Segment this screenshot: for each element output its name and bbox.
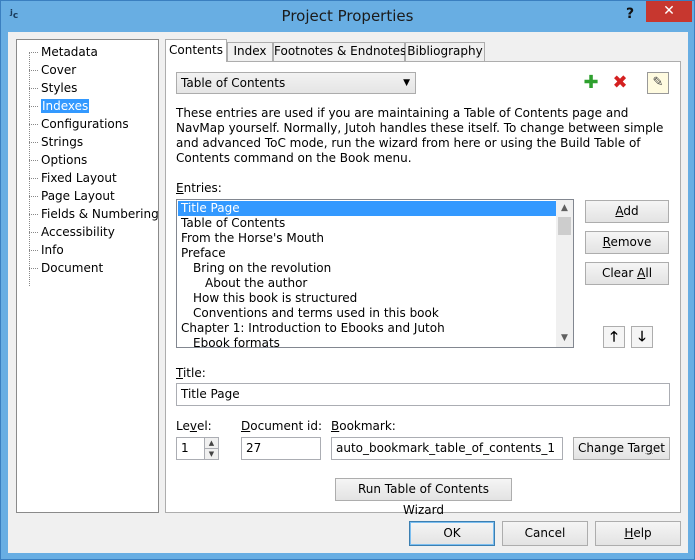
tab-bibliography[interactable]: Bibliography [405, 42, 485, 61]
list-item[interactable]: About the author [178, 276, 556, 291]
level-label: Level: [176, 419, 212, 433]
ok-button[interactable]: OK [409, 521, 495, 546]
tab-index[interactable]: Index [227, 42, 273, 61]
list-item[interactable]: Chapter 1: Introduction to Ebooks and Ju… [178, 321, 556, 336]
toc-type-value: Table of Contents [181, 76, 286, 90]
edit-icon[interactable]: ✎ [647, 72, 669, 94]
add-entry-button[interactable]: Add [585, 200, 669, 223]
list-item[interactable]: Ebook formats [178, 336, 556, 347]
add-icon[interactable]: ✚ [580, 72, 602, 94]
sidebar-tree[interactable]: Metadata Cover Styles Indexes Configurat… [16, 39, 159, 513]
contents-tab-panel: Table of Contents ▼ ✚ ✖ ✎ These entries … [165, 61, 681, 517]
scroll-up-icon[interactable]: ▲ [556, 200, 573, 217]
list-item[interactable]: Title Page [178, 201, 556, 216]
scroll-thumb[interactable] [558, 217, 571, 235]
entries-list[interactable]: Title Page Table of Contents From the Ho… [176, 199, 574, 348]
window-title: Project Properties [281, 7, 414, 25]
project-properties-window: ʲc Project Properties ? ✕ Metadata Cover… [0, 0, 695, 560]
title-label: Title: [176, 366, 206, 380]
bookmark-label: Bookmark: [331, 419, 396, 433]
sidebar-item-accessibility[interactable]: Accessibility [29, 223, 115, 241]
sidebar-item-document[interactable]: Document [29, 259, 103, 277]
change-target-button[interactable]: Change Target [573, 437, 670, 460]
bookmark-field[interactable]: auto_bookmark_table_of_contents_1 [331, 437, 563, 460]
sidebar-item-cover[interactable]: Cover [29, 61, 76, 79]
cancel-button[interactable]: Cancel [502, 521, 588, 546]
sidebar-item-strings[interactable]: Strings [29, 133, 83, 151]
scroll-down-icon[interactable]: ▼ [556, 330, 573, 347]
document-id-label: Document id: [241, 419, 322, 433]
list-item[interactable]: Conventions and terms used in this book [178, 306, 556, 321]
arrow-down-icon[interactable]: 🡓 [631, 326, 653, 348]
level-field[interactable]: 1 [176, 437, 205, 460]
sidebar-item-metadata[interactable]: Metadata [29, 43, 98, 61]
list-item[interactable]: Table of Contents [178, 216, 556, 231]
chevron-down-icon: ▼ [403, 78, 410, 88]
spin-up-icon[interactable]: ▲ [205, 438, 218, 448]
sidebar-item-fields-numbering[interactable]: Fields & Numbering [29, 205, 159, 223]
delete-icon[interactable]: ✖ [609, 72, 631, 94]
list-item[interactable]: How this book is structured [178, 291, 556, 306]
sidebar-item-indexes[interactable]: Indexes [29, 97, 90, 115]
title-bar[interactable]: ʲc Project Properties ? ✕ [1, 1, 694, 31]
title-field[interactable]: Title Page [176, 383, 670, 406]
run-toc-wizard-button[interactable]: Run Table of Contents Wizard [335, 478, 512, 517]
list-item[interactable]: From the Horse's Mouth [178, 231, 556, 246]
sidebar-item-options[interactable]: Options [29, 151, 87, 169]
sidebar-item-info[interactable]: Info [29, 241, 64, 259]
sidebar-item-configurations[interactable]: Configurations [29, 115, 129, 133]
arrow-up-icon[interactable]: 🡑 [603, 326, 625, 348]
clear-all-button[interactable]: Clear All [585, 262, 669, 285]
entries-scrollbar[interactable]: ▲ ▼ [556, 200, 573, 347]
sidebar-item-styles[interactable]: Styles [29, 79, 77, 97]
description-text: These entries are used if you are mainta… [176, 106, 664, 165]
sidebar-item-page-layout[interactable]: Page Layout [29, 187, 115, 205]
list-item[interactable]: Bring on the revolution [178, 261, 556, 276]
level-spinner[interactable]: ▲ ▼ [204, 437, 219, 460]
close-window-button[interactable]: ✕ [646, 1, 692, 22]
tab-contents[interactable]: Contents [165, 39, 227, 62]
dialog-body: Metadata Cover Styles Indexes Configurat… [8, 32, 688, 553]
document-id-field[interactable]: 27 [241, 437, 321, 460]
entries-label: Entries: [176, 181, 222, 195]
help-button[interactable]: Help [595, 521, 681, 546]
list-item[interactable]: Preface [178, 246, 556, 261]
spin-down-icon[interactable]: ▼ [205, 449, 218, 459]
help-question-button[interactable]: ? [619, 3, 641, 25]
sidebar-item-fixed-layout[interactable]: Fixed Layout [29, 169, 117, 187]
tab-footnotes-endnotes[interactable]: Footnotes & Endnotes [273, 42, 406, 61]
toc-type-select[interactable]: Table of Contents ▼ [176, 72, 416, 94]
remove-entry-button[interactable]: Remove [585, 231, 669, 254]
